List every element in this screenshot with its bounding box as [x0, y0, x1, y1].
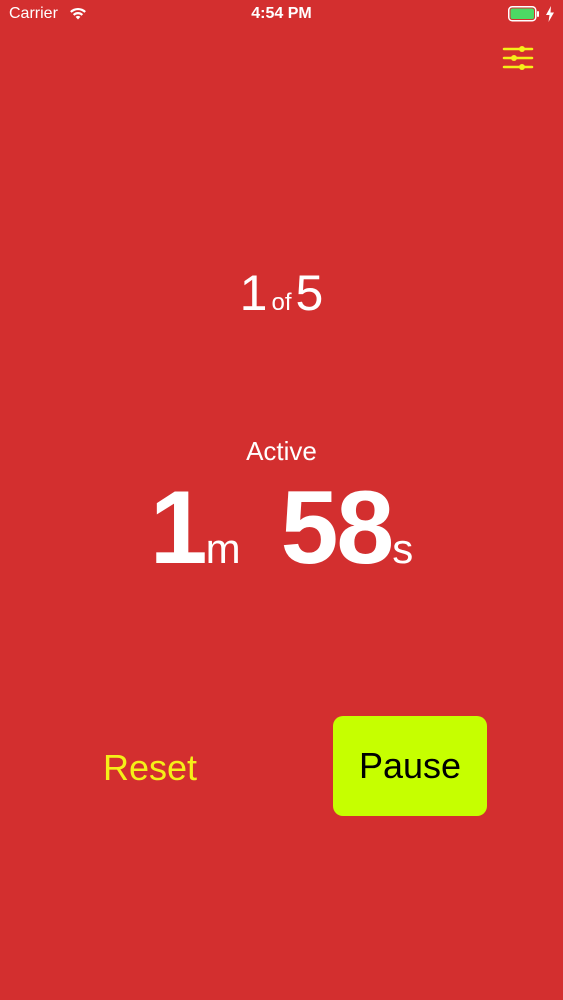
sliders-icon — [502, 46, 534, 70]
clock-time: 4:54 PM — [251, 5, 312, 22]
total-rounds: 5 — [295, 265, 324, 321]
status-bar: Carrier 4:54 PM — [0, 0, 563, 30]
charging-bolt-icon — [546, 6, 554, 22]
pause-button[interactable]: Pause — [333, 716, 487, 816]
round-counter: 1 of5 — [0, 264, 563, 322]
phase-label: Active — [246, 436, 317, 466]
reset-button[interactable]: Reset — [84, 740, 216, 796]
battery-icon — [508, 6, 539, 22]
round-separator: of — [271, 289, 292, 316]
timer-minutes-unit: m — [205, 525, 241, 572]
timer-seconds-unit: s — [392, 525, 414, 572]
current-round: 1 — [239, 265, 268, 321]
timer-minutes: 1 — [149, 470, 208, 586]
settings-button[interactable] — [500, 42, 536, 74]
timer-seconds: 58 — [280, 470, 395, 586]
countdown-timer: 1m 58s — [0, 476, 563, 580]
